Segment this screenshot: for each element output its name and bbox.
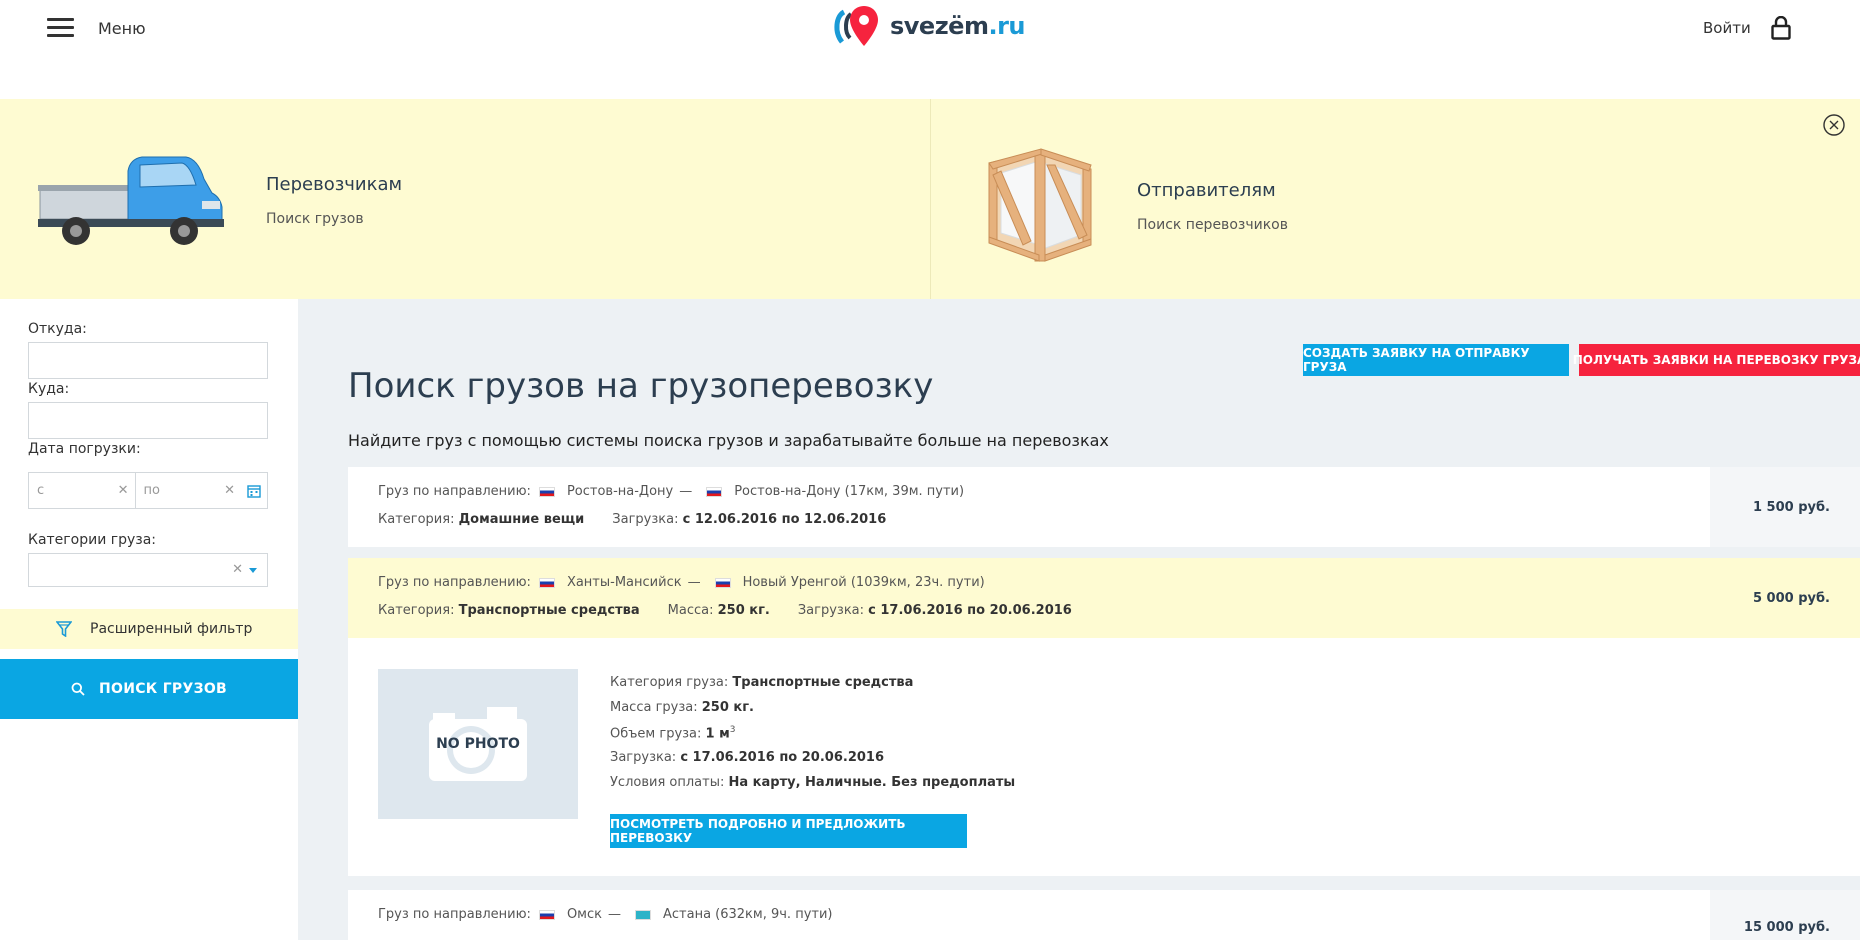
filter-sidebar: Откуда: Куда: Дата погрузки: с ✕ по ✕ Ка… — [0, 299, 298, 940]
cargo-direction: Груз по направлению: Омск — Астана (632к… — [378, 907, 833, 922]
extended-filter-toggle[interactable]: Расширенный фильтр — [0, 609, 298, 649]
site-header: Меню svezëm.ru Войти — [0, 0, 1860, 99]
cargo-card-selected[interactable]: Груз по направлению: Ханты-Мансийск — Но… — [348, 558, 1860, 638]
cargo-price: 5 000 руб. — [1710, 558, 1860, 638]
cargo-card[interactable]: Груз по направлению: Ростов-на-Дону — Ро… — [348, 467, 1860, 547]
cargo-price: 15 000 руб. — [1710, 890, 1860, 940]
date-range: с ✕ по ✕ — [28, 472, 268, 509]
logo-text: svezëm.ru — [890, 12, 1026, 40]
audience-banner: Перевозчикам Поиск грузов Отправителям П… — [0, 99, 1860, 299]
date-label: Дата погрузки: — [28, 441, 141, 457]
create-request-button[interactable]: СОЗДАТЬ ЗАЯВКУ НА ОТПРАВКУ ГРУЗА — [1303, 344, 1569, 376]
russia-flag-icon — [538, 486, 555, 497]
kazakhstan-flag-icon — [634, 909, 651, 920]
russia-flag-icon — [538, 909, 555, 920]
truck-icon — [38, 156, 224, 245]
menu-label: Меню — [98, 18, 146, 38]
to-input[interactable] — [28, 402, 268, 439]
view-details-button[interactable]: ПОСМОТРЕТЬ ПОДРОБНО И ПРЕДЛОЖИТЬ ПЕРЕВОЗ… — [610, 814, 967, 848]
cargo-price: 1 500 руб. — [1710, 467, 1860, 547]
cargo-meta: Категория: Домашние вещи Загрузка: с 12.… — [378, 512, 887, 527]
senders-subtitle: Поиск перевозчиков — [1137, 217, 1288, 233]
carriers-title: Перевозчикам — [266, 174, 403, 195]
category-label: Категории груза: — [28, 532, 157, 548]
cargo-meta: Категория: Транспортные средства Масса: … — [378, 603, 1072, 618]
crate-icon — [988, 148, 1092, 262]
close-icon[interactable] — [1823, 114, 1845, 136]
carriers-subtitle: Поиск грузов — [266, 211, 364, 227]
senders-title: Отправителям — [1137, 180, 1276, 201]
menu-button[interactable]: Меню — [47, 18, 146, 38]
detail-volume: Объем груза: 1 м3 — [610, 725, 736, 742]
category-select[interactable]: ✕ — [28, 553, 268, 587]
receive-requests-button[interactable]: ПОЛУЧАТЬ ЗАЯВКИ НА ПЕРЕВОЗКУ ГРУЗА — [1573, 344, 1860, 376]
page-description: Найдите груз с помощью системы поиска гр… — [348, 431, 1109, 450]
detail-loading: Загрузка: с 17.06.2016 по 20.06.2016 — [610, 750, 885, 765]
search-button-label: ПОИСК ГРУЗОВ — [98, 681, 228, 697]
from-label: Откуда: — [28, 321, 87, 337]
date-from-input[interactable]: с ✕ — [29, 473, 136, 508]
cargo-card[interactable]: Груз по направлению: Омск — Астана (632к… — [348, 890, 1860, 940]
clear-date-to-icon[interactable]: ✕ — [224, 483, 235, 498]
site-logo[interactable]: svezëm.ru — [830, 4, 1026, 48]
detail-mass: Масса груза: 250 кг. — [610, 700, 754, 715]
chevron-down-icon — [249, 568, 257, 573]
russia-flag-icon — [538, 577, 555, 588]
date-to-input[interactable]: по ✕ — [136, 473, 242, 508]
clear-category-icon[interactable]: ✕ — [232, 562, 243, 577]
carriers-link[interactable]: Перевозчикам Поиск грузов — [0, 99, 930, 299]
russia-flag-icon — [714, 577, 731, 588]
clear-date-from-icon[interactable]: ✕ — [118, 483, 129, 498]
lock-icon — [1771, 16, 1791, 40]
calendar-icon[interactable] — [241, 473, 267, 508]
russia-flag-icon — [706, 486, 723, 497]
search-icon — [71, 682, 85, 696]
login-label: Войти — [1703, 19, 1751, 37]
detail-payment: Условия оплаты: На карту, Наличные. Без … — [610, 775, 1016, 790]
no-photo-label: NO PHOTO — [436, 736, 520, 752]
extended-filter-label: Расширенный фильтр — [90, 621, 253, 637]
cargo-direction: Груз по направлению: Ростов-на-Дону — Ро… — [378, 484, 965, 499]
cargo-detail-list: Категория груза: Транспортные средства М… — [610, 675, 1015, 800]
no-photo-placeholder: NO PHOTO — [378, 669, 578, 819]
logo-icon — [834, 6, 878, 46]
to-label: Куда: — [28, 381, 70, 397]
cargo-detail-panel: NO PHOTO Категория груза: Транспортные с… — [348, 638, 1860, 876]
hamburger-icon — [47, 18, 74, 38]
senders-link[interactable]: Отправителям Поиск перевозчиков — [931, 99, 1860, 299]
login-button[interactable]: Войти — [1703, 16, 1791, 40]
page-title: Поиск грузов на грузоперевозку — [348, 366, 934, 406]
cargo-direction: Груз по направлению: Ханты-Мансийск — Но… — [378, 575, 985, 590]
from-input[interactable] — [28, 342, 268, 379]
detail-category: Категория груза: Транспортные средства — [610, 675, 914, 690]
funnel-icon — [56, 621, 72, 637]
search-cargo-button[interactable]: ПОИСК ГРУЗОВ — [0, 659, 298, 719]
